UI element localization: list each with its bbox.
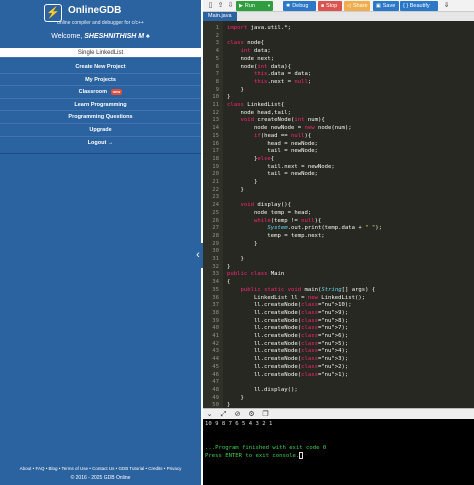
run-label: Run <box>244 3 255 9</box>
upload-icon[interactable]: ⇪ <box>216 1 225 10</box>
logout-icon: → <box>107 139 114 146</box>
footer-links[interactable]: About • FAQ • Blog • Terms of Use • Cont… <box>0 466 201 471</box>
play-icon: ▶ <box>239 3 243 9</box>
welcome-user: SHESHNITHISH M <box>84 33 145 40</box>
save-icon: ▣ <box>376 3 381 9</box>
run-button[interactable]: ▶ Run ▼ <box>236 1 273 11</box>
share-icon: ◁ <box>347 3 351 9</box>
save-button[interactable]: ▣ Save <box>373 1 399 11</box>
settings-gear-icon[interactable]: ⚙ <box>247 410 256 419</box>
line-number: 50 <box>212 402 219 408</box>
code-line: 50} <box>203 401 474 408</box>
share-label: Share <box>352 3 368 9</box>
sidebar-item-logout[interactable]: Logout → <box>0 137 201 150</box>
welcome-prefix: Welcome, <box>51 33 83 40</box>
output-line: ...Program finished with exit code 0 <box>205 445 327 451</box>
bug-icon: ✱ <box>286 3 291 9</box>
file-tab-bar: Main.java <box>203 12 474 21</box>
welcome-text: Welcome, SHESHNITHISH M ♠ <box>0 33 201 40</box>
debug-button[interactable]: ✱ Debug <box>283 1 316 11</box>
output-line-prompt: Press ENTER to exit console. <box>205 452 472 460</box>
sidebar-item-label: Logout <box>87 139 107 146</box>
download-file-icon[interactable]: ⇓ <box>442 1 451 10</box>
console-output[interactable]: 10 9 8 7 6 5 4 3 2 1 ...Program finished… <box>203 419 474 485</box>
beautify-button[interactable]: { } Beautify <box>400 1 438 11</box>
brand-header[interactable]: ⚡ OnlineGDB online compiler and debugger… <box>0 0 201 30</box>
tab-main-java[interactable]: Main.java <box>203 12 237 21</box>
brand-tagline: online compiler and debugger for c/c++ <box>57 20 144 26</box>
brand-name: OnlineGDB <box>68 5 122 16</box>
code-text: } <box>227 402 231 408</box>
output-prompt-text: Press ENTER to exit console. <box>205 453 300 459</box>
new-badge: new <box>110 88 123 95</box>
sidebar-item-upgrade[interactable]: Upgrade <box>0 124 201 137</box>
share-button[interactable]: ◁ Share <box>344 1 370 11</box>
sidebar-item-learn-programming[interactable]: Learn Programming <box>0 99 201 112</box>
chevron-down-icon: ▼ <box>267 3 271 8</box>
user-icon: ♠ <box>146 33 150 40</box>
new-file-icon[interactable]: ▯ <box>206 1 215 10</box>
code-editor[interactable]: 1 import java.util.*; 2 3 class node{4 int d… <box>203 21 474 408</box>
save-label: Save <box>382 3 396 9</box>
output-toolbar: ⌄ ⤢ ⊘ ⚙ ❐ <box>203 408 474 419</box>
sidebar-menu: Single LinkedList Create New Project My … <box>0 48 201 149</box>
copy-icon[interactable]: ❐ <box>261 410 270 419</box>
sidebar-item-classroom[interactable]: Classroom new <box>0 86 201 99</box>
sidebar-item-my-projects[interactable]: My Projects <box>0 74 201 87</box>
sidebar-item-programming-questions[interactable]: Programming Questions <box>0 111 201 124</box>
console-cursor <box>299 452 304 459</box>
output-line: 10 9 8 7 6 5 4 3 2 1 <box>205 421 273 427</box>
sidebar-item-label: Classroom <box>78 89 108 96</box>
expand-icon[interactable]: ⤢ <box>219 410 228 419</box>
sidebar: ⚡ OnlineGDB online compiler and debugger… <box>0 0 201 485</box>
stop-button[interactable]: ■ Stop <box>318 1 342 11</box>
sidebar-item-current-project[interactable]: Single LinkedList <box>0 48 201 58</box>
footer-copyright: © 2016 - 2025 GDB Online <box>70 475 131 481</box>
stop-label: Stop <box>326 3 338 9</box>
tab-label: Main.java <box>208 13 232 19</box>
collapse-sidebar-chevron-left-icon[interactable]: ‹ <box>193 243 203 268</box>
minimize-chevron-icon[interactable]: ⌄ <box>205 410 214 419</box>
toolbar: ▯ ⇪ ⇩ ▶ Run ▼ ✱ Debug ■ Stop ◁ Share ▣ Save {… <box>203 0 474 12</box>
sidebar-divider <box>0 153 201 154</box>
debug-label: Debug <box>292 3 309 9</box>
download-icon[interactable]: ⇩ <box>226 1 235 10</box>
stop-icon: ■ <box>321 3 325 9</box>
sidebar-item-create-new-project[interactable]: Create New Project <box>0 61 201 74</box>
clear-icon[interactable]: ⊘ <box>233 410 242 419</box>
